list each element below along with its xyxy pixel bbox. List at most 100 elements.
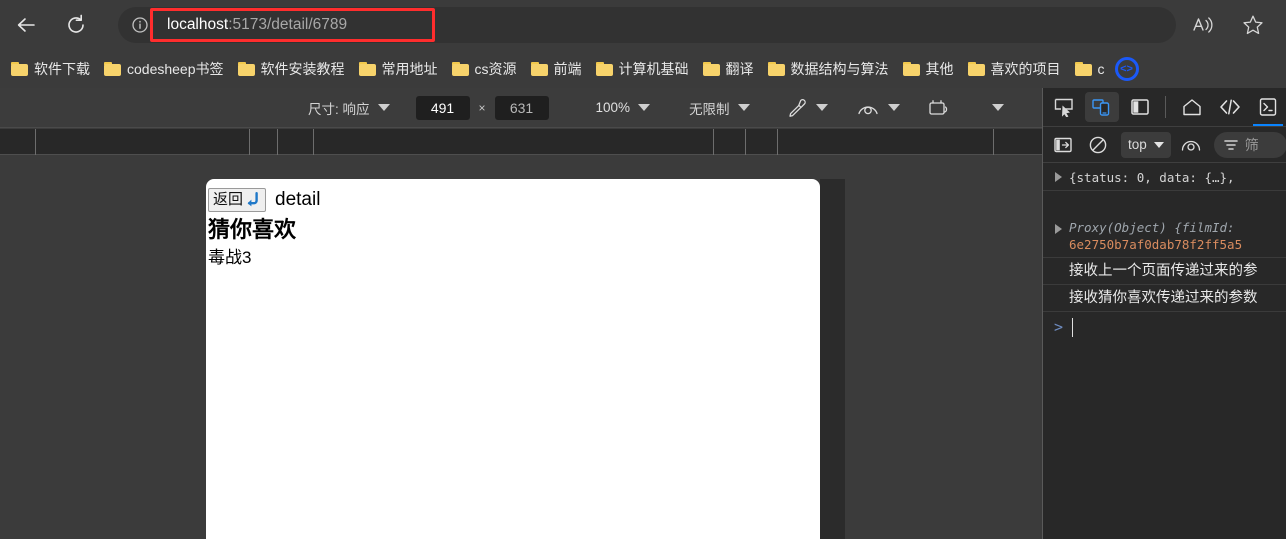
- console-output[interactable]: {status: 0, data: {…}, Proxy(Object) {fi…: [1043, 163, 1286, 539]
- chevron-down-icon: [737, 104, 750, 111]
- bookmark-item[interactable]: c: [1068, 54, 1112, 84]
- console-sidebar-toggle[interactable]: [1048, 132, 1078, 158]
- bookmark-item[interactable]: 其他: [896, 54, 961, 84]
- devtools-panel: top 筛 {status: 0, data: {…}, Proxy(Objec…: [1042, 88, 1286, 539]
- emulated-page-area: 返回 detail 猜你喜欢 毒战3: [0, 155, 1042, 539]
- bookmark-item[interactable]: 喜欢的项目: [961, 54, 1068, 84]
- console-tab-button[interactable]: [1251, 92, 1285, 126]
- folder-icon: [358, 62, 376, 76]
- folder-icon: [11, 62, 28, 76]
- clear-console-icon: [1089, 136, 1107, 153]
- filter-icon: [1223, 138, 1239, 152]
- zoom-select[interactable]: 100%: [596, 95, 651, 121]
- console-sidebar-icon: [1054, 137, 1072, 152]
- home-tab-button[interactable]: [1175, 92, 1209, 122]
- device-size-select[interactable]: 尺寸: 响应: [308, 95, 390, 121]
- bookmark-label: c: [1097, 61, 1105, 77]
- chevron-down-icon: [887, 104, 900, 111]
- back-button[interactable]: [8, 7, 44, 43]
- console-message[interactable]: 接收猜你喜欢传递过来的参数: [1043, 285, 1286, 312]
- device-toolbar-toggle[interactable]: [1085, 92, 1119, 122]
- ruler-divider: [249, 129, 250, 155]
- panel-layout-button[interactable]: [1123, 92, 1157, 122]
- url-text[interactable]: localhost:5173/detail/6789: [167, 15, 347, 35]
- eye-icon: [856, 99, 880, 117]
- eyedropper-button[interactable]: [786, 95, 828, 121]
- ruler-divider: [277, 129, 278, 155]
- reload-button[interactable]: [58, 7, 94, 43]
- home-icon: [1183, 99, 1201, 116]
- more-options-button[interactable]: [991, 95, 1004, 121]
- emulated-viewport[interactable]: 返回 detail 猜你喜欢 毒战3: [206, 179, 820, 539]
- bookmark-item[interactable]: 常用地址: [352, 54, 445, 84]
- console-filter-input[interactable]: 筛: [1213, 131, 1286, 158]
- expand-triangle-icon[interactable]: [1055, 172, 1062, 182]
- page-header-row: 返回 detail: [208, 188, 820, 212]
- media-query-ruler[interactable]: [0, 129, 1042, 155]
- zoom-label: 100%: [595, 100, 631, 115]
- ruler-divider: [35, 129, 36, 155]
- bookmark-label: 前端: [553, 61, 582, 77]
- console-log-text: 接收上一个页面传递过来的参: [1069, 263, 1258, 279]
- bookmark-item[interactable]: 软件下载: [4, 54, 97, 84]
- inspect-element-button[interactable]: [1047, 92, 1081, 122]
- bookmark-item[interactable]: 翻译: [696, 54, 761, 84]
- folder-icon: [104, 62, 121, 76]
- bookmark-item[interactable]: 软件安装教程: [231, 54, 352, 84]
- page-back-button[interactable]: 返回: [208, 188, 267, 212]
- page-back-label: 返回: [213, 191, 244, 208]
- console-context-select[interactable]: top: [1121, 131, 1171, 158]
- prompt-chevron-icon: >: [1054, 318, 1064, 336]
- panel-layout-icon: [1131, 99, 1149, 115]
- address-bar[interactable]: localhost:5173/detail/6789: [118, 7, 1176, 43]
- chevron-down-icon: [815, 104, 828, 111]
- console-proxy-label: Proxy(Object) {filmId:: [1069, 220, 1235, 235]
- eyedropper-icon: [786, 97, 808, 119]
- bookmark-item[interactable]: codesheep书签: [97, 54, 231, 84]
- folder-icon: [451, 62, 469, 76]
- bookmark-item[interactable]: cs资源: [445, 54, 524, 84]
- devtools-header: [1043, 88, 1286, 127]
- browser-window: localhost:5173/detail/6789 软件下载 codeshee…: [0, 0, 1286, 539]
- page-item-text: 毒战3: [208, 248, 252, 267]
- read-aloud-icon: [1193, 17, 1213, 33]
- folder-icon: [702, 62, 720, 76]
- clear-console-button[interactable]: [1083, 132, 1113, 158]
- console-prompt[interactable]: >: [1043, 312, 1286, 342]
- favorite-button[interactable]: [1235, 7, 1271, 43]
- live-expression-button[interactable]: [1176, 132, 1206, 158]
- folder-icon: [967, 62, 985, 76]
- viewport-height-input[interactable]: 631: [494, 95, 549, 120]
- info-circle-icon[interactable]: [130, 15, 150, 35]
- console-message[interactable]: {status: 0, data: {…},: [1043, 163, 1286, 191]
- reload-icon: [68, 14, 84, 33]
- bookmark-item[interactable]: 前端: [524, 54, 589, 84]
- bookmark-site-icon[interactable]: <>: [1114, 57, 1139, 81]
- console-message[interactable]: Proxy(Object) {filmId: 6e2750b7af0dab78f…: [1043, 191, 1286, 258]
- ruler-divider: [745, 129, 746, 155]
- live-expression-icon: [1181, 140, 1200, 151]
- expand-triangle-icon[interactable]: [1055, 224, 1062, 234]
- elements-tab-button[interactable]: [1213, 92, 1247, 122]
- console-proxy-value: 6e2750b7af0dab78f2ff5a5: [1069, 237, 1243, 252]
- folder-icon: [595, 62, 613, 76]
- viewport-scrollbar[interactable]: [820, 179, 845, 539]
- capture-screenshot-button[interactable]: [927, 95, 951, 121]
- page-route-label: detail: [275, 189, 321, 210]
- elements-panel-icon: [1220, 99, 1240, 115]
- bookmark-label: 常用地址: [381, 61, 438, 77]
- viewport-width-input[interactable]: 491: [415, 95, 470, 120]
- bookmark-item[interactable]: 计算机基础: [589, 54, 696, 84]
- vision-deficiency-button[interactable]: [856, 95, 900, 121]
- capture-screenshot-icon: [927, 98, 951, 118]
- read-aloud-button[interactable]: [1185, 7, 1221, 43]
- bookmark-item[interactable]: 数据结构与算法: [761, 54, 896, 84]
- folder-icon: [530, 62, 548, 76]
- bookmark-label: 翻译: [725, 61, 754, 77]
- bookmark-label: 其他: [925, 61, 954, 77]
- throttling-select[interactable]: 无限制: [689, 95, 750, 121]
- device-size-label: 尺寸: 响应: [308, 101, 370, 117]
- console-context-label: top: [1128, 137, 1147, 152]
- console-message[interactable]: 接收上一个页面传递过来的参: [1043, 258, 1286, 285]
- inspect-element-icon: [1054, 98, 1073, 117]
